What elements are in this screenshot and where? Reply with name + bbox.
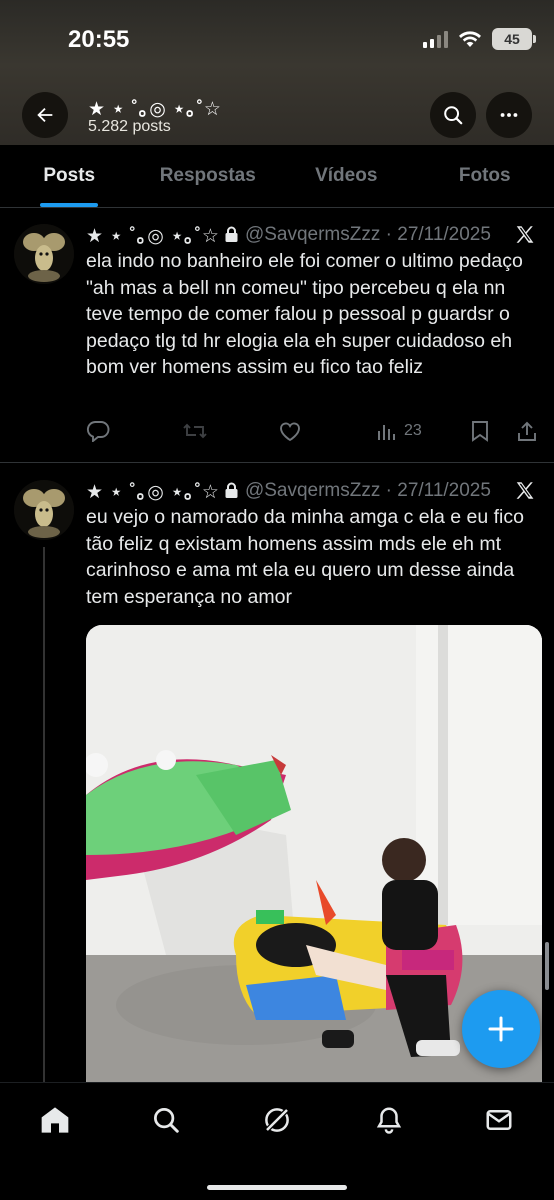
tab-replies[interactable]: Respostas <box>139 145 278 207</box>
lock-icon <box>224 226 239 243</box>
post-text: ela indo no banheiro ele foi comer o ult… <box>86 250 523 378</box>
profile-tabs: Posts Respostas Vídeos Fotos <box>0 145 554 208</box>
post-actions: 23 <box>86 420 542 446</box>
search-button[interactable] <box>430 92 476 138</box>
nav-grok[interactable] <box>260 1103 294 1137</box>
profile-name: ★ ⋆ ˚｡◎ ⋆｡˚☆ <box>88 99 222 120</box>
post-date: 27/11/2025 <box>397 223 491 245</box>
home-indicator[interactable] <box>207 1185 347 1190</box>
wifi-icon <box>459 31 481 47</box>
author-name[interactable]: ★ ⋆ ˚｡◎ ⋆｡˚☆ <box>86 477 220 504</box>
author-handle[interactable]: @SavqermsZzz <box>245 480 380 502</box>
share-icon <box>518 421 536 441</box>
home-icon <box>41 1107 69 1133</box>
search-icon <box>444 106 463 125</box>
avatar[interactable] <box>14 480 74 540</box>
avatar-image <box>14 480 74 540</box>
repost-icon <box>183 423 207 439</box>
x-logo-icon <box>516 482 534 499</box>
post-header: ★ ⋆ ˚｡◎ ⋆｡˚☆ @SavqermsZzz · 27/11/2025 <box>86 221 491 248</box>
arrow-left-icon <box>37 107 53 123</box>
thread-line <box>43 547 45 1083</box>
heart-icon <box>280 422 300 442</box>
tab-videos[interactable]: Vídeos <box>277 145 416 207</box>
compose-post-button[interactable] <box>462 990 540 1068</box>
separator: · <box>380 479 398 501</box>
status-icons: 45 <box>423 28 536 50</box>
battery-indicator: 45 <box>492 28 536 50</box>
tab-photos[interactable]: Fotos <box>416 145 554 207</box>
nav-messages[interactable] <box>482 1103 516 1137</box>
plus-icon <box>488 1016 514 1042</box>
bottom-navigation <box>0 1082 554 1200</box>
more-options-button[interactable] <box>486 92 532 138</box>
post-header: ★ ⋆ ˚｡◎ ⋆｡˚☆ @SavqermsZzz · 27/11/2025 <box>86 477 491 504</box>
bookmark-button[interactable] <box>470 420 490 442</box>
post-text: eu vejo o namorado da minha amga c ela e… <box>86 506 524 608</box>
share-button[interactable] <box>516 420 538 442</box>
lock-icon <box>224 482 239 499</box>
profile-header: 20:55 45 ★ ⋆ ˚｡◎ ⋆｡˚☆ 5.282 posts <box>0 0 554 145</box>
author-handle[interactable]: @SavqermsZzz <box>245 224 380 246</box>
reply-icon <box>87 421 110 442</box>
like-button[interactable] <box>278 420 302 442</box>
reply-button[interactable] <box>86 420 110 442</box>
mail-icon <box>486 1110 512 1130</box>
avatar[interactable] <box>14 224 74 284</box>
bell-icon <box>376 1107 402 1134</box>
back-button[interactable] <box>22 92 68 138</box>
x-logo-icon <box>516 226 534 243</box>
nav-search[interactable] <box>149 1103 183 1137</box>
post-item[interactable]: ★ ⋆ ˚｡◎ ⋆｡˚☆ @SavqermsZzz · 27/11/2025 e… <box>0 208 554 463</box>
author-name[interactable]: ★ ⋆ ˚｡◎ ⋆｡˚☆ <box>86 221 220 248</box>
more-horizontal-icon <box>500 113 518 117</box>
bookmark-icon <box>472 421 488 442</box>
tab-posts[interactable]: Posts <box>0 145 139 207</box>
views-icon <box>378 425 395 440</box>
grok-icon <box>265 1108 289 1132</box>
views-count: 23 <box>404 422 422 439</box>
post-date: 27/11/2025 <box>397 479 491 501</box>
scrollbar[interactable] <box>545 942 549 990</box>
separator: · <box>380 223 398 245</box>
nav-notifications[interactable] <box>372 1103 406 1137</box>
search-icon <box>154 1108 179 1133</box>
avatar-image <box>14 224 74 284</box>
status-time: 20:55 <box>68 26 130 53</box>
repost-button[interactable] <box>182 420 208 442</box>
signal-icon <box>423 30 448 48</box>
views-button[interactable]: 23 <box>376 420 422 442</box>
nav-home[interactable] <box>38 1103 72 1137</box>
post-count: 5.282 posts <box>88 118 171 135</box>
